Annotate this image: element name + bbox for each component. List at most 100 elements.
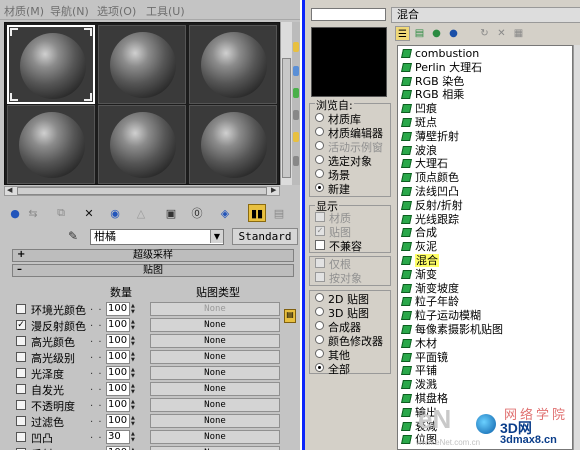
map-enable-checkbox[interactable] [16,352,26,362]
backlight-icon[interactable] [293,66,299,76]
map-amount-field[interactable]: 100 [106,414,130,428]
view-small-icons-icon[interactable]: ● [429,26,444,41]
view-large-icons-icon[interactable]: ● [446,26,461,41]
map-enable-checkbox[interactable] [16,336,26,346]
view-list-icon[interactable]: ☰ [395,26,410,41]
sample-vertical-scrollbar[interactable] [280,22,292,185]
radio-button[interactable] [315,155,324,164]
sample-horizontal-scrollbar[interactable]: ◀ ▶ [4,186,280,196]
radio-button[interactable] [315,307,324,316]
radio-button[interactable] [315,113,324,122]
map-amount-field[interactable]: 100 [106,318,130,332]
map-amount-field[interactable]: 100 [106,334,130,348]
sample-slot-4[interactable] [7,105,95,184]
show-map-in-viewport-icon[interactable]: ◈ [216,204,234,222]
material-name-field[interactable]: 柑橘 [90,229,224,245]
list-scrollbar[interactable] [573,45,580,450]
make-preview-icon[interactable] [293,156,299,166]
rollout-maps[interactable]: – 贴图 [12,264,294,277]
map-type-button[interactable]: None [150,430,280,444]
map-type-button[interactable]: None [150,302,280,316]
lock-icon[interactable]: ▤ [284,309,296,323]
background-icon[interactable] [293,88,299,98]
sample-type-icon[interactable] [293,42,299,52]
sample-slot-6[interactable] [189,105,277,184]
spinner-icon[interactable]: ▲▼ [131,335,139,347]
show-end-result-icon[interactable]: ▮▮ [248,204,266,222]
view-list-icons-icon[interactable]: ▤ [412,26,427,41]
radio-button[interactable] [315,293,324,302]
scroll-right-icon[interactable]: ▶ [271,186,276,194]
delete-from-library-icon[interactable]: ✕ [494,26,509,41]
make-unique-icon[interactable]: △ [132,204,150,222]
scroll-left-icon[interactable]: ◀ [7,186,12,194]
checkbox[interactable] [315,240,325,250]
chevron-down-icon[interactable]: ▼ [210,230,223,243]
map-type-button[interactable]: None [150,446,280,450]
radio-button[interactable] [315,349,324,358]
spinner-icon[interactable]: ▲▼ [131,319,139,331]
map-type-button[interactable]: None [150,382,280,396]
spinner-icon[interactable]: ▲▼ [131,431,139,443]
rollout-supersampling[interactable]: + 超级采样 [12,249,294,262]
uv-tiling-icon[interactable] [293,110,299,120]
map-enable-checkbox[interactable] [16,304,26,314]
reset-map-icon[interactable]: ✕ [80,204,98,222]
spinner-icon[interactable]: ▲▼ [131,383,139,395]
checkbox[interactable] [315,272,325,282]
map-enable-checkbox[interactable] [16,368,26,378]
scroll-thumb[interactable] [17,187,267,195]
put-to-library-icon[interactable]: ▣ [162,204,180,222]
map-amount-field[interactable]: 30 [106,430,130,444]
update-scene-materials-icon[interactable]: ↻ [477,26,492,41]
map-type-button[interactable]: None [150,318,280,332]
search-field[interactable] [311,8,386,21]
radio-button[interactable] [315,183,324,192]
radio-button[interactable] [315,321,324,330]
map-type-button[interactable]: None [150,366,280,380]
material-effects-channel-icon[interactable]: ⓪ [188,204,206,222]
checkbox[interactable]: ✓ [315,226,325,236]
map-type-button[interactable]: None [150,414,280,428]
map-enable-checkbox[interactable]: ✓ [16,320,26,330]
radio-button[interactable] [315,335,324,344]
spinner-icon[interactable]: ▲▼ [131,399,139,411]
menu-utilities[interactable]: 工具(U) [146,3,185,19]
checkbox[interactable] [315,258,325,268]
sample-slot-2[interactable] [98,25,186,104]
map-amount-field[interactable]: 100 [106,398,130,412]
map-amount-field[interactable]: 100 [106,382,130,396]
spinner-icon[interactable]: ▲▼ [131,367,139,379]
get-material-icon[interactable]: ● [6,204,24,222]
map-type-button[interactable]: None [150,334,280,348]
map-type-button[interactable]: None [150,398,280,412]
spinner-icon[interactable]: ▲▼ [131,303,139,315]
spinner-icon[interactable]: ▲▼ [131,415,139,427]
map-type-button[interactable]: None [150,350,280,364]
sample-slot-1[interactable] [7,25,95,104]
sample-slot-5[interactable] [98,105,186,184]
scroll-thumb[interactable] [282,58,291,178]
checkbox[interactable] [315,212,325,222]
assign-material-icon[interactable]: ⧉ [52,204,70,222]
menu-navigation[interactable]: 导航(N) [50,3,89,19]
radio-button[interactable] [315,169,324,178]
map-amount-field[interactable]: 100 [106,366,130,380]
menu-options[interactable]: 选项(O) [97,3,136,19]
radio-button[interactable] [315,363,324,372]
video-color-check-icon[interactable] [293,132,299,142]
map-amount-field[interactable]: 100 [106,350,130,364]
material-type-button[interactable]: Standard [232,228,298,245]
menu-material[interactable]: 材质(M) [4,3,44,19]
map-amount-field[interactable]: 100 [106,302,130,316]
map-enable-checkbox[interactable] [16,432,26,442]
radio-button[interactable] [315,127,324,136]
map-enable-checkbox[interactable] [16,400,26,410]
go-to-parent-icon[interactable]: ▤ [270,204,288,222]
spinner-icon[interactable]: ▲▼ [131,351,139,363]
map-enable-checkbox[interactable] [16,416,26,426]
clear-library-icon[interactable]: ▦ [511,26,526,41]
map-amount-field[interactable]: 100 [106,446,130,450]
make-copy-icon[interactable]: ◉ [106,204,124,222]
sample-slot-3[interactable] [189,25,277,104]
